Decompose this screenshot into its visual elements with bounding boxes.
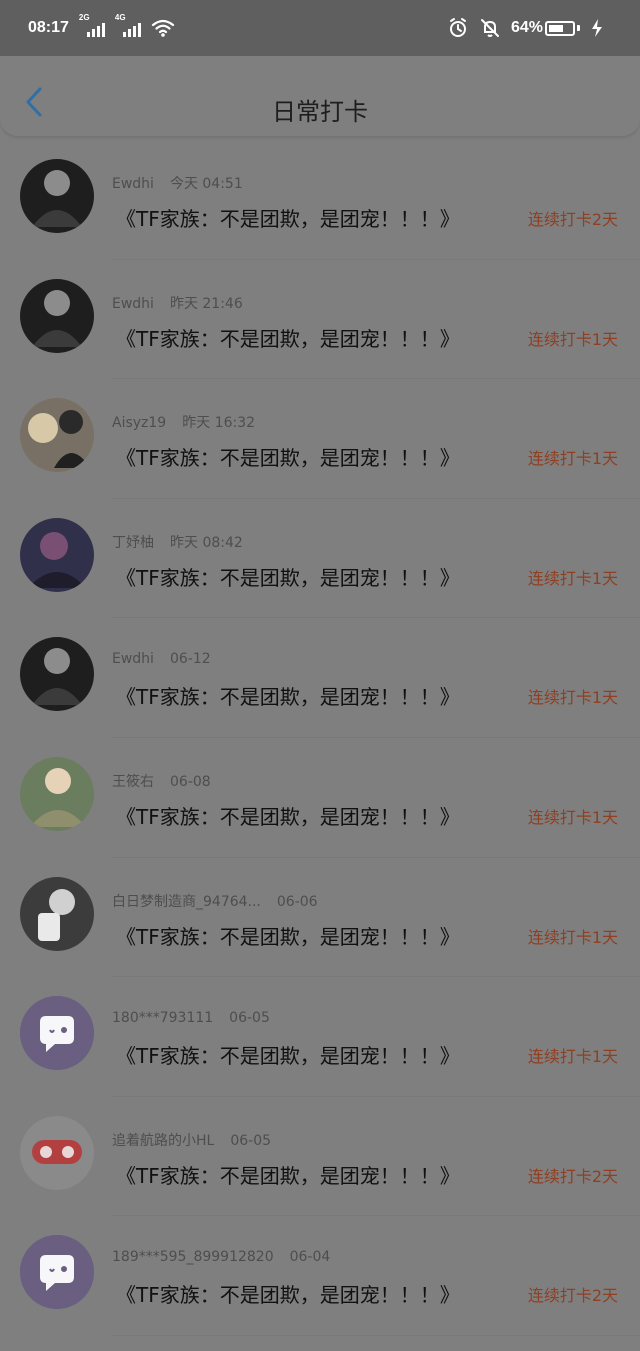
checkin-meta: Ewdhi 昨天 21:46	[112, 293, 243, 313]
signal-4g-label: 4G	[114, 13, 126, 22]
battery-cap	[577, 25, 580, 31]
user-name[interactable]: 追着航路的小HL	[112, 1130, 214, 1150]
streak-badge: 连续打卡1天	[527, 1047, 618, 1067]
avatar[interactable]	[20, 876, 94, 951]
battery-fill	[549, 24, 564, 32]
streak-badge: 连续打卡2天	[527, 1166, 618, 1186]
checkin-time: 昨天 16:32	[182, 415, 256, 432]
checkin-row[interactable]: 180***793111 06-05 《TF家族：不是团欺，是团宠！！！》 连续…	[0, 977, 640, 1097]
checkin-time: 06-05	[230, 1132, 272, 1149]
checkin-meta: Aisyz19 昨天 16:32	[112, 412, 255, 432]
user-name[interactable]: Ewdhi	[112, 176, 154, 192]
avatar[interactable]	[20, 637, 94, 712]
avatar[interactable]	[20, 398, 94, 473]
status-right: 64%	[447, 17, 612, 39]
battery-icon: 64%	[511, 19, 580, 37]
avatar[interactable]	[20, 159, 94, 233]
checkin-meta: 丁妤柚 昨天 08:42	[112, 532, 243, 552]
status-time: 08:17	[28, 19, 69, 36]
checkin-meta: Ewdhi 今天 04:51	[112, 173, 243, 193]
checkin-row[interactable]: 白日梦制造商_94764... 06-06 《TF家族：不是团欺，是团宠！！！》…	[0, 858, 640, 978]
checkin-content: 《TF家族：不是团欺，是团宠！！！》	[116, 446, 460, 471]
signal-4g-bars	[122, 23, 141, 37]
battery-body	[545, 20, 575, 36]
signal-4g-icon: 4G	[115, 13, 141, 37]
checkin-content: 《TF家族：不是团欺，是团宠！！！》	[116, 1283, 460, 1308]
avatar[interactable]	[20, 996, 94, 1071]
checkin-content: 《TF家族：不是团欺，是团宠！！！》	[116, 1044, 460, 1069]
streak-badge: 连续打卡1天	[527, 807, 618, 827]
checkin-row[interactable]: 189***595_899912820 06-04 《TF家族：不是团欺，是团宠…	[0, 1216, 640, 1336]
avatar[interactable]	[20, 756, 94, 831]
checkin-content: 《TF家族：不是团欺，是团宠！！！》	[116, 326, 460, 351]
checkin-row[interactable]: 王筱右 06-08 《TF家族：不是团欺，是团宠！！！》 连续打卡1天	[0, 738, 640, 858]
streak-badge: 连续打卡1天	[527, 329, 618, 349]
wifi-icon	[151, 19, 175, 37]
streak-badge: 连续打卡2天	[527, 1286, 618, 1306]
checkin-time: 今天 04:51	[169, 176, 243, 192]
user-name[interactable]: Ewdhi	[112, 651, 154, 667]
checkin-content: 《TF家族：不是团欺，是团宠！！！》	[116, 1163, 460, 1188]
checkin-content: 《TF家族：不是团欺，是团宠！！！》	[116, 804, 460, 829]
status-bar: 08:17 2G 4G 64%	[0, 0, 640, 56]
battery-level: 64%	[510, 19, 543, 36]
checkin-content: 《TF家族：不是团欺，是团宠！！！》	[116, 924, 460, 949]
checkin-meta: 180***793111 06-05	[112, 1010, 270, 1026]
checkin-row[interactable]: Ewdhi 今天 04:51 《TF家族：不是团欺，是团宠！！！》 连续打卡2天	[0, 140, 640, 260]
user-name[interactable]: Aisyz19	[112, 415, 166, 431]
checkin-row[interactable]: 追着航路的小HL 06-05 《TF家族：不是团欺，是团宠！！！》 连续打卡2天	[0, 1097, 640, 1217]
checkin-time: 昨天 21:46	[169, 295, 243, 312]
top-nav: 日常打卡	[0, 56, 640, 136]
signal-2g-icon: 2G	[79, 13, 105, 37]
avatar[interactable]	[20, 517, 94, 592]
streak-badge: 连续打卡1天	[527, 688, 618, 708]
avatar[interactable]	[20, 278, 94, 353]
streak-badge: 连续打卡1天	[527, 449, 618, 469]
checkin-row[interactable]: Aisyz19 昨天 16:32 《TF家族：不是团欺，是团宠！！！》 连续打卡…	[0, 379, 640, 499]
user-name[interactable]: 丁妤柚	[112, 532, 154, 552]
checkin-content: 《TF家族：不是团欺，是团宠！！！》	[116, 685, 460, 710]
checkin-meta: 白日梦制造商_94764... 06-06	[112, 891, 318, 911]
user-name[interactable]: 180***793111	[112, 1010, 213, 1026]
checkin-time: 06-08	[170, 773, 211, 790]
checkin-row[interactable]: 丁妤柚 昨天 08:42 《TF家族：不是团欺，是团宠！！！》 连续打卡1天	[0, 499, 640, 619]
checkin-meta: 追着航路的小HL 06-05	[112, 1130, 271, 1150]
checkin-meta: 189***595_899912820 06-04	[112, 1249, 330, 1265]
charging-icon	[590, 17, 612, 39]
user-name[interactable]: 王筱右	[112, 771, 154, 791]
streak-badge: 连续打卡1天	[527, 927, 618, 947]
checkin-content: 《TF家族：不是团欺，是团宠！！！》	[116, 565, 460, 590]
checkin-meta: 王筱右 06-08	[112, 771, 211, 791]
avatar[interactable]	[20, 1115, 94, 1190]
checkin-row[interactable]: Ewdhi 06-12 《TF家族：不是团欺，是团宠！！！》 连续打卡1天	[0, 618, 640, 738]
user-name[interactable]: 189***595_899912820	[112, 1249, 274, 1265]
signal-2g-bars	[86, 23, 105, 37]
avatar[interactable]	[20, 1235, 94, 1310]
status-left: 08:17 2G 4G	[28, 13, 175, 37]
streak-badge: 连续打卡1天	[527, 568, 618, 588]
checkin-time: 昨天 08:42	[170, 534, 243, 551]
user-name[interactable]: Ewdhi	[112, 296, 154, 312]
checkin-time: 06-04	[289, 1249, 331, 1266]
checkin-list: Ewdhi 今天 04:51 《TF家族：不是团欺，是团宠！！！》 连续打卡2天…	[0, 140, 640, 1336]
checkin-time: 06-12	[169, 651, 211, 668]
checkin-meta: Ewdhi 06-12	[112, 651, 211, 667]
signal-2g-label: 2G	[78, 13, 90, 22]
mute-bell-icon	[479, 17, 501, 39]
page-title: 日常打卡	[272, 98, 368, 126]
streak-badge: 连续打卡2天	[527, 210, 618, 229]
checkin-content: 《TF家族：不是团欺，是团宠！！！》	[116, 207, 460, 231]
checkin-time: 06-05	[229, 1010, 270, 1027]
checkin-time: 06-06	[276, 893, 318, 910]
checkin-row[interactable]: Ewdhi 昨天 21:46 《TF家族：不是团欺，是团宠！！！》 连续打卡1天	[0, 260, 640, 380]
alarm-icon	[447, 17, 469, 39]
user-name[interactable]: 白日梦制造商_94764...	[112, 891, 261, 911]
divider	[112, 1334, 640, 1336]
